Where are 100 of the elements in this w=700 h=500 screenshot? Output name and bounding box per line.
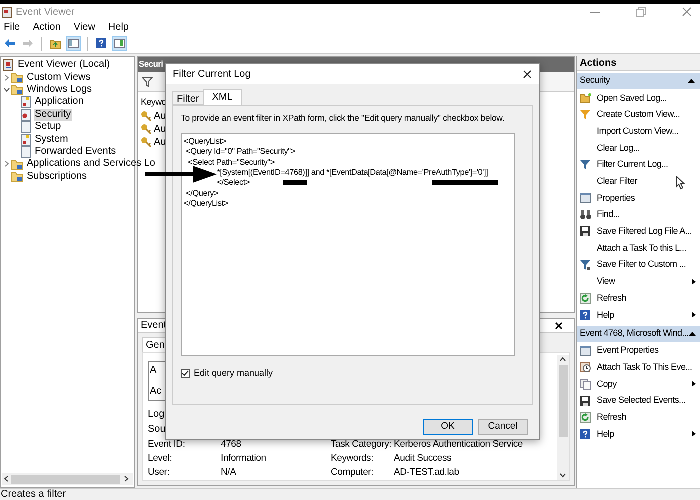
close-icon	[682, 7, 692, 17]
command-item[interactable]: Attach a Task To this L...	[577, 240, 700, 257]
tree-item[interactable]: System	[34, 134, 70, 146]
folder-icon	[11, 72, 23, 84]
horizontal-scrollbar[interactable]	[2, 473, 133, 485]
tree-item[interactable]: Subscriptions	[26, 170, 88, 183]
tree-item[interactable]: Setup	[34, 121, 62, 134]
collapsed-caret-icon[interactable]	[4, 74, 10, 81]
tree-item[interactable]: Event Viewer (Local)	[17, 59, 112, 72]
field-label: Task Category:	[331, 438, 392, 452]
action-pane-button[interactable]	[112, 36, 127, 51]
expanded-caret-icon[interactable]	[4, 86, 10, 93]
command-item[interactable]: Refresh	[577, 409, 700, 426]
field-label: Sou	[148, 423, 166, 437]
window-icon	[580, 193, 591, 204]
field-value: N/A	[221, 466, 236, 480]
command-item[interactable]: Clear Filter	[577, 173, 700, 190]
key-icon	[141, 111, 152, 121]
command-item[interactable]: Find...	[577, 206, 700, 224]
folder-icon	[11, 158, 23, 170]
restore-icon	[636, 7, 646, 17]
tree-item[interactable]: Custom Views	[26, 72, 92, 84]
command-item[interactable]: Filter Current Log...	[577, 156, 700, 174]
command-item[interactable]: Import Custom View...	[577, 123, 700, 140]
funnel-icon	[580, 110, 591, 120]
tab[interactable]: XML	[203, 89, 242, 105]
refresh-icon	[580, 412, 591, 424]
help-icon	[580, 428, 591, 440]
scrollbar-thumb[interactable]	[11, 474, 120, 484]
redaction-bar	[432, 180, 498, 185]
menu-item[interactable]: View	[74, 20, 96, 34]
document-icon	[21, 96, 31, 108]
funnel-icon	[580, 260, 591, 271]
binoculars-icon	[580, 210, 592, 220]
funnel-icon	[142, 76, 153, 86]
command-item[interactable]: Save Selected Events...	[577, 392, 700, 410]
copy-icon	[580, 378, 592, 390]
description-text: A	[150, 365, 157, 376]
field-label: Keywords:	[331, 452, 374, 466]
command-item[interactable]: View	[577, 274, 700, 290]
log-icon	[2, 6, 12, 18]
dialog-button[interactable]: Cancel	[478, 419, 528, 435]
tab[interactable]: Filter	[172, 91, 204, 105]
field-value: Information	[221, 452, 266, 466]
tree-item[interactable]: Windows Logs	[26, 84, 94, 96]
close-icon	[555, 322, 563, 330]
status-text: Creates a filter	[0, 490, 66, 500]
command-item[interactable]: Create Custom View...	[577, 106, 700, 124]
help-button[interactable]	[94, 36, 109, 51]
command-item[interactable]: Copy	[577, 376, 700, 393]
section-header[interactable]: Event 4768, Microsoft Wind...	[577, 326, 700, 342]
log-icon	[3, 59, 14, 72]
menu-item[interactable]: File	[4, 20, 20, 34]
command-item[interactable]: Help	[577, 306, 700, 324]
scrollbar-thumb[interactable]	[558, 365, 568, 437]
field-label: Level:	[148, 452, 172, 466]
dialog-button[interactable]: OK	[423, 419, 473, 435]
collapsed-caret-icon[interactable]	[4, 161, 10, 168]
folder-icon	[11, 84, 23, 96]
command-item[interactable]: Event Properties	[577, 342, 700, 360]
command-item[interactable]: Help	[577, 426, 700, 443]
menu-item[interactable]: Action	[33, 20, 61, 34]
tree-item[interactable]: Security	[34, 108, 72, 121]
clock-icon	[580, 362, 592, 374]
field-label: Log	[148, 408, 165, 422]
field-label: Computer:	[331, 466, 374, 480]
menu-item[interactable]: Help	[108, 20, 129, 34]
section-title: Security	[580, 74, 610, 88]
command-item[interactable]: Save Filter to Custom ...	[577, 256, 700, 274]
vertical-scrollbar[interactable]	[557, 355, 569, 480]
section-header[interactable]: Security	[577, 73, 700, 89]
mouse-cursor-icon	[676, 176, 686, 190]
command-item[interactable]: Clear Log...	[577, 140, 700, 157]
field-value: Audit Success	[394, 452, 452, 466]
section-title: Event 4768, Microsoft Wind...	[580, 326, 689, 340]
console-tree-button[interactable]	[66, 36, 81, 51]
command-item[interactable]: Refresh	[577, 290, 700, 307]
window-title: Event Viewer	[16, 6, 75, 20]
window-icon	[580, 346, 591, 356]
folder-icon	[11, 171, 23, 182]
command-item[interactable]: Open Saved Log...	[577, 90, 700, 107]
tree-item[interactable]: Application	[34, 96, 85, 108]
tree-item[interactable]: Applications and Services Lo	[26, 158, 156, 170]
checkbox[interactable]	[181, 369, 190, 378]
checkbox-label: Edit query manually	[194, 367, 274, 380]
field-value: AD-TEST.ad.lab	[394, 466, 460, 480]
command-item[interactable]: Save Filtered Log File A...	[577, 224, 700, 240]
folder-icon	[580, 93, 592, 104]
key-icon	[141, 124, 152, 134]
field-value: 4768	[221, 438, 242, 452]
funnel-icon	[580, 160, 591, 170]
command-item[interactable]: Properties	[577, 190, 700, 207]
redaction-bar	[283, 180, 307, 185]
document-icon	[21, 134, 31, 146]
close-icon[interactable]	[523, 70, 532, 78]
panel-title: Securi	[139, 58, 164, 71]
instructions-text: To provide an event filter in XPath form, click the "Edit query manually" checkbox below.	[181, 112, 505, 125]
command-item[interactable]: Attach Task To This Eve...	[577, 359, 700, 376]
tree-item[interactable]: Forwarded Events	[34, 146, 118, 158]
query-editor[interactable]: <QueryList> <Query Id="0" Path="Security"> <Select Path="Security"> *[System[(EventID=4768)]] and *[EventData[Data[@Name='PreAuthType']='0']] </Select> </Query> </QueryList>	[181, 133, 515, 356]
